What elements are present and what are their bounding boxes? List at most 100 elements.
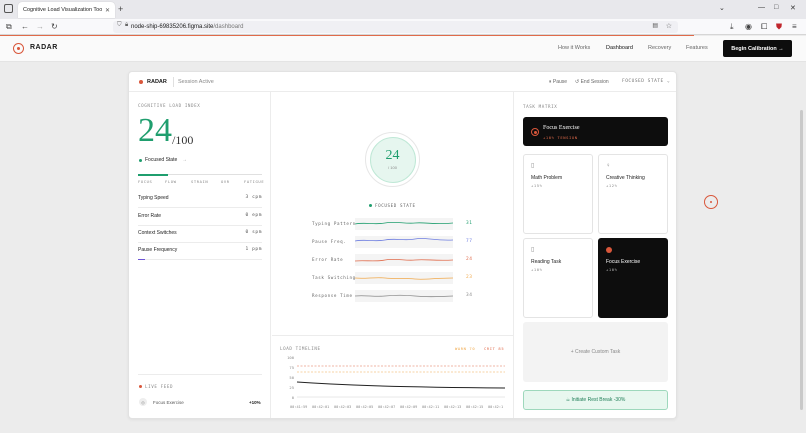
sparkline-row: Typing Pattern 31 [312, 218, 482, 230]
pause-button[interactable]: ⏸︎ Pause [549, 79, 567, 85]
task-name: Math Problem [531, 175, 563, 181]
nav-how-it-works[interactable]: How it Works [558, 45, 590, 51]
maximize-icon[interactable]: □ [774, 4, 778, 11]
begin-calibration-button[interactable]: Begin Calibration → [723, 40, 792, 57]
task-matrix-title: TASK MATRIX [523, 104, 558, 109]
gauge-max: / 100 [388, 165, 397, 170]
x-tick: 00:42:03 [334, 405, 351, 409]
sparkline-row: Pause Freq. 77 [312, 236, 482, 248]
radar-logo-icon[interactable] [13, 43, 24, 54]
reload-icon[interactable]: ↻ [51, 22, 58, 32]
url-host: node-ship-69835206.figma.site [131, 24, 214, 30]
new-tab-icon[interactable]: + [118, 4, 123, 14]
lock-icon[interactable]: 🔒︎ [125, 22, 128, 29]
legend-crit: CRIT 85 [484, 346, 505, 351]
menu-icon[interactable]: ≡ [792, 22, 797, 32]
card-header: RADAR Session Active ⏸︎ Pause ↺ End Sess… [129, 72, 676, 92]
target-icon [531, 128, 539, 136]
brand-name[interactable]: RADAR [30, 44, 58, 51]
nav-recovery[interactable]: Recovery [648, 45, 671, 51]
state-dropdown[interactable]: FOCUSED STATE ⌄ [622, 79, 670, 84]
scale-label-ovr: OVR [221, 179, 230, 184]
extensions-puzzle-icon[interactable]: ⧠ [761, 22, 767, 32]
sparkline-svg [354, 238, 454, 242]
y-axis-labels: 100 75 50 25 0 [287, 355, 295, 400]
y-tick: 100 [287, 355, 295, 360]
chevron-down-icon: ⌄ [666, 79, 671, 84]
task-tile-reading-task[interactable]: ▯ Reading Task +10% [523, 238, 593, 318]
status-dot [139, 80, 143, 84]
task-load: +12% [606, 183, 618, 188]
minimize-icon[interactable]: — [758, 4, 765, 11]
metric-bar [138, 259, 146, 260]
back-icon[interactable]: ← [21, 22, 29, 32]
nav-features[interactable]: Features [686, 45, 708, 51]
arrow-right-icon: → [182, 157, 187, 163]
pause-label: Pause [552, 79, 568, 85]
sparkline-chart [354, 254, 454, 266]
bookmark-star-icon[interactable]: ☆ [666, 22, 672, 30]
metric-name: Typing Speed [138, 195, 169, 201]
shield-icon[interactable]: ⛉ [117, 22, 122, 29]
sparkline-svg [354, 277, 454, 280]
end-session-button[interactable]: ↺ End Session [575, 79, 609, 85]
reader-view-icon[interactable]: ▤ [652, 22, 658, 29]
nav-dashboard[interactable]: Dashboard [606, 45, 633, 51]
sparkline-path [354, 258, 454, 262]
live-feed-label: LIVE FEED [145, 384, 174, 389]
session-status: Session Active [178, 79, 214, 85]
sparkline-chart [354, 290, 454, 302]
close-window-icon[interactable]: ✕ [790, 4, 796, 12]
task-tile-math-problem[interactable]: ▯ Math Problem +15% [523, 154, 593, 234]
ublock-icon[interactable]: ⛊ [776, 22, 782, 32]
legend-warn: WARN 70 [455, 346, 476, 351]
tab-list-icon[interactable]: ⌄ [719, 4, 725, 12]
downloads-icon[interactable]: ⤓ [730, 22, 734, 32]
forward-icon[interactable]: → [36, 22, 44, 32]
sparkline-svg [354, 258, 454, 262]
load-index-value: 24 [138, 112, 172, 149]
metric-name: Pause Frequency [138, 247, 178, 253]
create-custom-task-button[interactable]: + Create Custom Task [523, 322, 668, 382]
load-index-max: /100 [172, 133, 194, 147]
page-scrollbar[interactable] [800, 110, 803, 410]
sparkline-value: 23 [466, 275, 473, 280]
rest-break-button[interactable]: ☕︎ Initiate Rest Break -30% [523, 390, 668, 410]
metric-name: Error Rate [138, 213, 162, 219]
rest-break-text: Initiate Rest Break -30% [571, 397, 626, 403]
sparkline-row: Error Rate 24 [312, 254, 482, 266]
tab-groups-icon[interactable]: ⧉ [6, 22, 12, 32]
load-scale-fill [138, 173, 168, 176]
state-text: Focused State [145, 157, 178, 163]
metric-value: 3 cpm [245, 195, 262, 200]
sparkline-path [354, 221, 454, 225]
address-bar[interactable]: ⛉ 🔒︎ node-ship-69835206.figma.site /dash… [113, 21, 678, 33]
x-axis-labels: 00:41:59 00:42:01 00:42:03 00:42:05 00:4… [290, 405, 503, 409]
x-tick: 00:42:13 [444, 405, 461, 409]
metric-name: Context Switches [138, 230, 177, 236]
sidebar-toggle-icon[interactable] [4, 4, 13, 13]
sparkline-label: Response Time [312, 293, 353, 298]
section-label: COGNITIVE LOAD INDEX [138, 103, 201, 108]
end-session-label: End Session [580, 79, 609, 85]
sparkline-label: Error Rate [312, 257, 344, 262]
close-tab-icon[interactable]: ✕ [105, 7, 110, 14]
metric-value: 0 epm [245, 213, 262, 218]
scale-label-flow: FLOW [165, 179, 177, 184]
task-name: Focus Exercise [606, 259, 641, 265]
sparkline-chart [354, 218, 454, 230]
x-tick: 00:42:09 [400, 405, 417, 409]
browser-tab[interactable]: Cognitive Load Visualization Tool ✕ [18, 2, 115, 18]
task-tile-creative-thinking[interactable]: ♀ Creative Thinking +12% [598, 154, 668, 234]
sparkline-value: 24 [466, 257, 473, 262]
gauge-state: FOCUSED STATE [375, 203, 416, 208]
state-indicator [369, 204, 372, 207]
active-task-banner[interactable]: Focus Exercise +10% TENSION [523, 117, 668, 146]
extension-icon[interactable]: ◉ [745, 22, 752, 32]
sparkline-path [354, 238, 454, 242]
live-indicator [139, 385, 142, 388]
metric-row: Error Rate 0 epm [138, 209, 262, 226]
rest-break-label: ☕︎ Initiate Rest Break -30% [566, 397, 626, 403]
task-tile-focus-exercise[interactable]: Focus Exercise +10% [598, 238, 668, 318]
gauge-value: 24 [385, 148, 400, 163]
